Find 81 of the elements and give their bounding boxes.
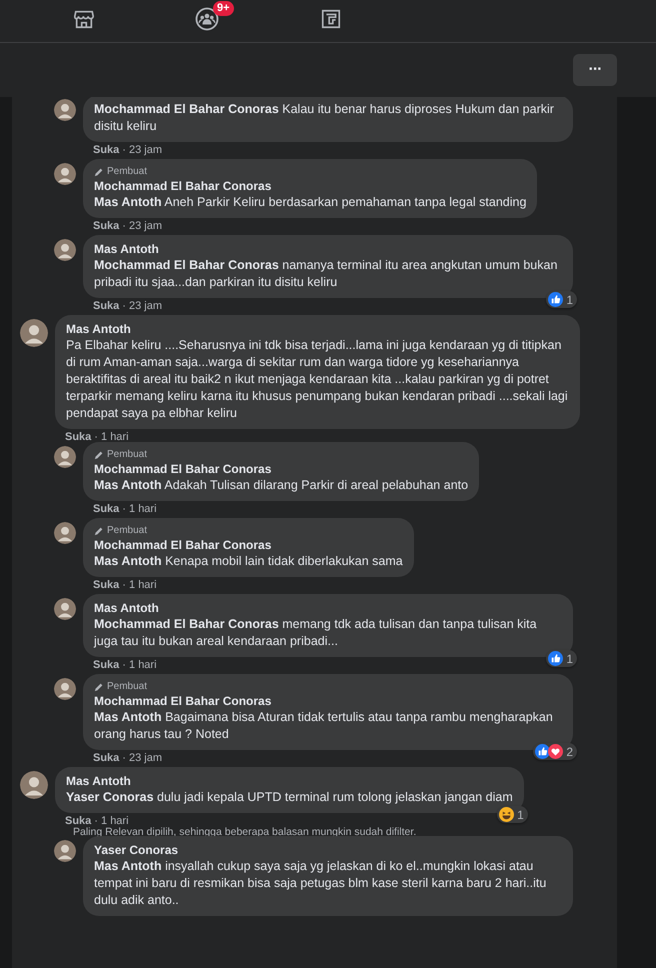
pencil-icon bbox=[94, 526, 104, 536]
avatar[interactable] bbox=[54, 598, 76, 620]
like-icon bbox=[548, 651, 564, 666]
avatar[interactable] bbox=[20, 319, 48, 347]
comment-text: Mas Antoth Kenapa mobil lain tidak diberlakukan sama bbox=[94, 553, 403, 570]
mention-link[interactable]: Mas Antoth bbox=[94, 195, 162, 209]
mention-link[interactable]: Yaser Conoras bbox=[66, 790, 154, 804]
reaction-count[interactable]: 1 bbox=[546, 650, 577, 667]
store-icon[interactable] bbox=[73, 8, 95, 30]
pencil-icon bbox=[94, 450, 104, 460]
avatar[interactable] bbox=[54, 446, 76, 468]
comment-time[interactable]: · 23 jam bbox=[122, 752, 162, 764]
comment-time[interactable]: · 1 hari bbox=[94, 815, 129, 827]
like-link[interactable]: Suka bbox=[93, 503, 120, 515]
author-role-label: Pembuat bbox=[107, 680, 148, 693]
like-link[interactable]: Suka bbox=[93, 144, 120, 156]
comment-time[interactable]: · 1 hari bbox=[122, 579, 157, 591]
comment-text: Mochammad El Bahar Conoras namanya terminal itu area angkutan umum bukan pribadi itu sjaa...dan parkiran itu disitu keliru bbox=[94, 257, 558, 291]
avatar[interactable] bbox=[54, 522, 76, 544]
comment-text: Mas Antoth Adakah Tulisan dilarang Parkir di areal pelabuhan anto bbox=[94, 477, 468, 494]
comment-time[interactable]: · 1 hari bbox=[94, 431, 129, 443]
gaming-icon[interactable] bbox=[320, 8, 342, 30]
author-name[interactable]: Mochammad El Bahar Conoras bbox=[94, 693, 562, 709]
comment-text: Yaser Conoras dulu jadi kepala UPTD terminal rum tolong jelaskan jangan diam bbox=[66, 789, 513, 806]
pencil-icon bbox=[94, 682, 104, 692]
reaction-count[interactable]: 2 bbox=[533, 743, 577, 760]
pencil-icon bbox=[94, 166, 104, 176]
mention-link[interactable]: Mas Antoth bbox=[94, 859, 162, 873]
author-name[interactable]: Mas Antoth bbox=[66, 321, 569, 337]
avatar[interactable] bbox=[54, 840, 76, 862]
comment-time[interactable]: · 23 jam bbox=[122, 144, 162, 156]
author-name[interactable]: Mas Antoth bbox=[94, 241, 562, 257]
author-role-label: Pembuat bbox=[107, 165, 148, 178]
mention-link[interactable]: Mochammad El Bahar Conoras bbox=[94, 617, 279, 631]
comment-text: Mas Antoth Bagaimana bisa Aturan tidak tertulis atau tanpa rambu mengharapkan orang harus tau ? Noted bbox=[94, 709, 554, 743]
reaction-count[interactable]: 1 bbox=[497, 806, 528, 823]
author-role-label: Pembuat bbox=[107, 524, 148, 537]
comment-time[interactable]: · 23 jam bbox=[122, 300, 162, 312]
avatar[interactable] bbox=[54, 99, 76, 121]
laughing-face-icon bbox=[499, 807, 514, 822]
more-button[interactable]: ··· bbox=[573, 54, 617, 86]
comment-text: Mochammad El Bahar Conoras Kalau itu benar harus diproses Hukum dan parkir disitu keliru bbox=[94, 101, 555, 135]
author-name[interactable]: Mochammad El Bahar Conoras bbox=[94, 461, 468, 477]
like-link[interactable]: Suka bbox=[93, 659, 120, 671]
mention-link[interactable]: Mas Antoth bbox=[94, 554, 162, 568]
like-link[interactable]: Suka bbox=[93, 300, 120, 312]
mention-link[interactable]: Mas Antoth bbox=[94, 710, 162, 724]
notification-badge: 9+ bbox=[213, 1, 234, 16]
avatar[interactable] bbox=[54, 678, 76, 700]
reaction-number: 1 bbox=[566, 292, 573, 306]
mention-link[interactable]: Mochammad El Bahar Conoras bbox=[94, 258, 279, 272]
author-name[interactable]: Yaser Conoras bbox=[94, 842, 562, 858]
comment-time[interactable]: · 1 hari bbox=[122, 503, 157, 515]
reaction-number: 1 bbox=[566, 652, 573, 666]
like-link[interactable]: Suka bbox=[93, 752, 120, 764]
comment-text: Mas Antoth insyallah cukup saya saja yg jelaskan di ko el..mungkin lokasi atau tempat ini baru di resmikan bisa saja petugas blm kase steril karna baru 2 hari..itu dulu adik anto.. bbox=[94, 858, 548, 909]
comment-time[interactable]: · 1 hari bbox=[122, 659, 157, 671]
like-icon bbox=[535, 744, 550, 759]
like-link[interactable]: Suka bbox=[65, 431, 92, 443]
author-role-label: Pembuat bbox=[107, 448, 148, 461]
author-name[interactable]: Mochammad El Bahar Conoras bbox=[94, 178, 526, 194]
author-name[interactable]: Mochammad El Bahar Conoras bbox=[94, 537, 403, 553]
like-link[interactable]: Suka bbox=[93, 220, 120, 232]
avatar[interactable] bbox=[54, 239, 76, 261]
mention-link[interactable]: Mochammad El Bahar Conoras bbox=[94, 102, 279, 116]
reaction-number: 1 bbox=[517, 808, 524, 822]
mention-link[interactable]: Mas Antoth bbox=[94, 478, 162, 492]
comment-time[interactable]: · 23 jam bbox=[122, 220, 162, 232]
author-name[interactable]: Mas Antoth bbox=[66, 773, 513, 789]
comment-text: Pa Elbahar keliru ....Seharusnya ini tdk bisa terjadi...lama ini juga kendaraan yg di titipkan di rum Aman-aman saja...warga di sekitar rum dan warga tidore yg kesehariannya beraktifitas di areal itu baik2 n ikut menjaga kendaraan kita ...kalau parkiran yg di potret terparkir memang keliru karna itu khusus penumpang bukan kendaran pribadi ....sekali lagi pendapat saya pa elbhar keliru bbox=[66, 337, 569, 422]
comment-text: Mochammad El Bahar Conoras memang tdk ada tulisan dan tanpa tulisan kita juga tau itu bukan areal kendaraan pribadi... bbox=[94, 616, 538, 650]
avatar[interactable] bbox=[20, 771, 48, 799]
like-link[interactable]: Suka bbox=[93, 579, 120, 591]
groups-icon[interactable] bbox=[195, 7, 219, 31]
comment-text: Mas Antoth Aneh Parkir Keliru berdasarkan pemahaman tanpa legal standing bbox=[94, 194, 526, 211]
avatar[interactable] bbox=[54, 163, 76, 185]
reaction-number: 2 bbox=[566, 744, 573, 758]
reaction-count[interactable]: 1 bbox=[546, 291, 577, 308]
like-icon bbox=[548, 292, 564, 307]
like-link[interactable]: Suka bbox=[65, 815, 92, 827]
author-name[interactable]: Mas Antoth bbox=[94, 600, 562, 616]
